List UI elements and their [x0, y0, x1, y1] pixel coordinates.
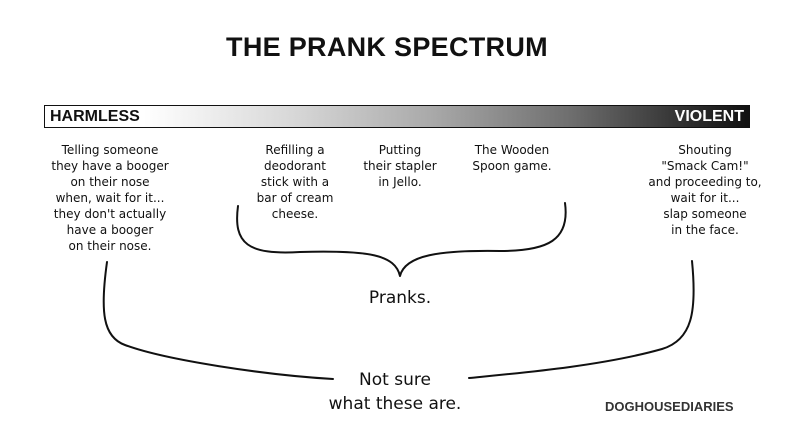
credit-text: DOGHOUSEDIARIES [605, 399, 734, 414]
unsure-brace-right [468, 260, 695, 379]
unsure-label: Not sure what these are. [328, 370, 462, 414]
unsure-brace [102, 261, 334, 380]
pranks-brace [236, 202, 567, 277]
pranks-label: Pranks. [368, 288, 432, 308]
